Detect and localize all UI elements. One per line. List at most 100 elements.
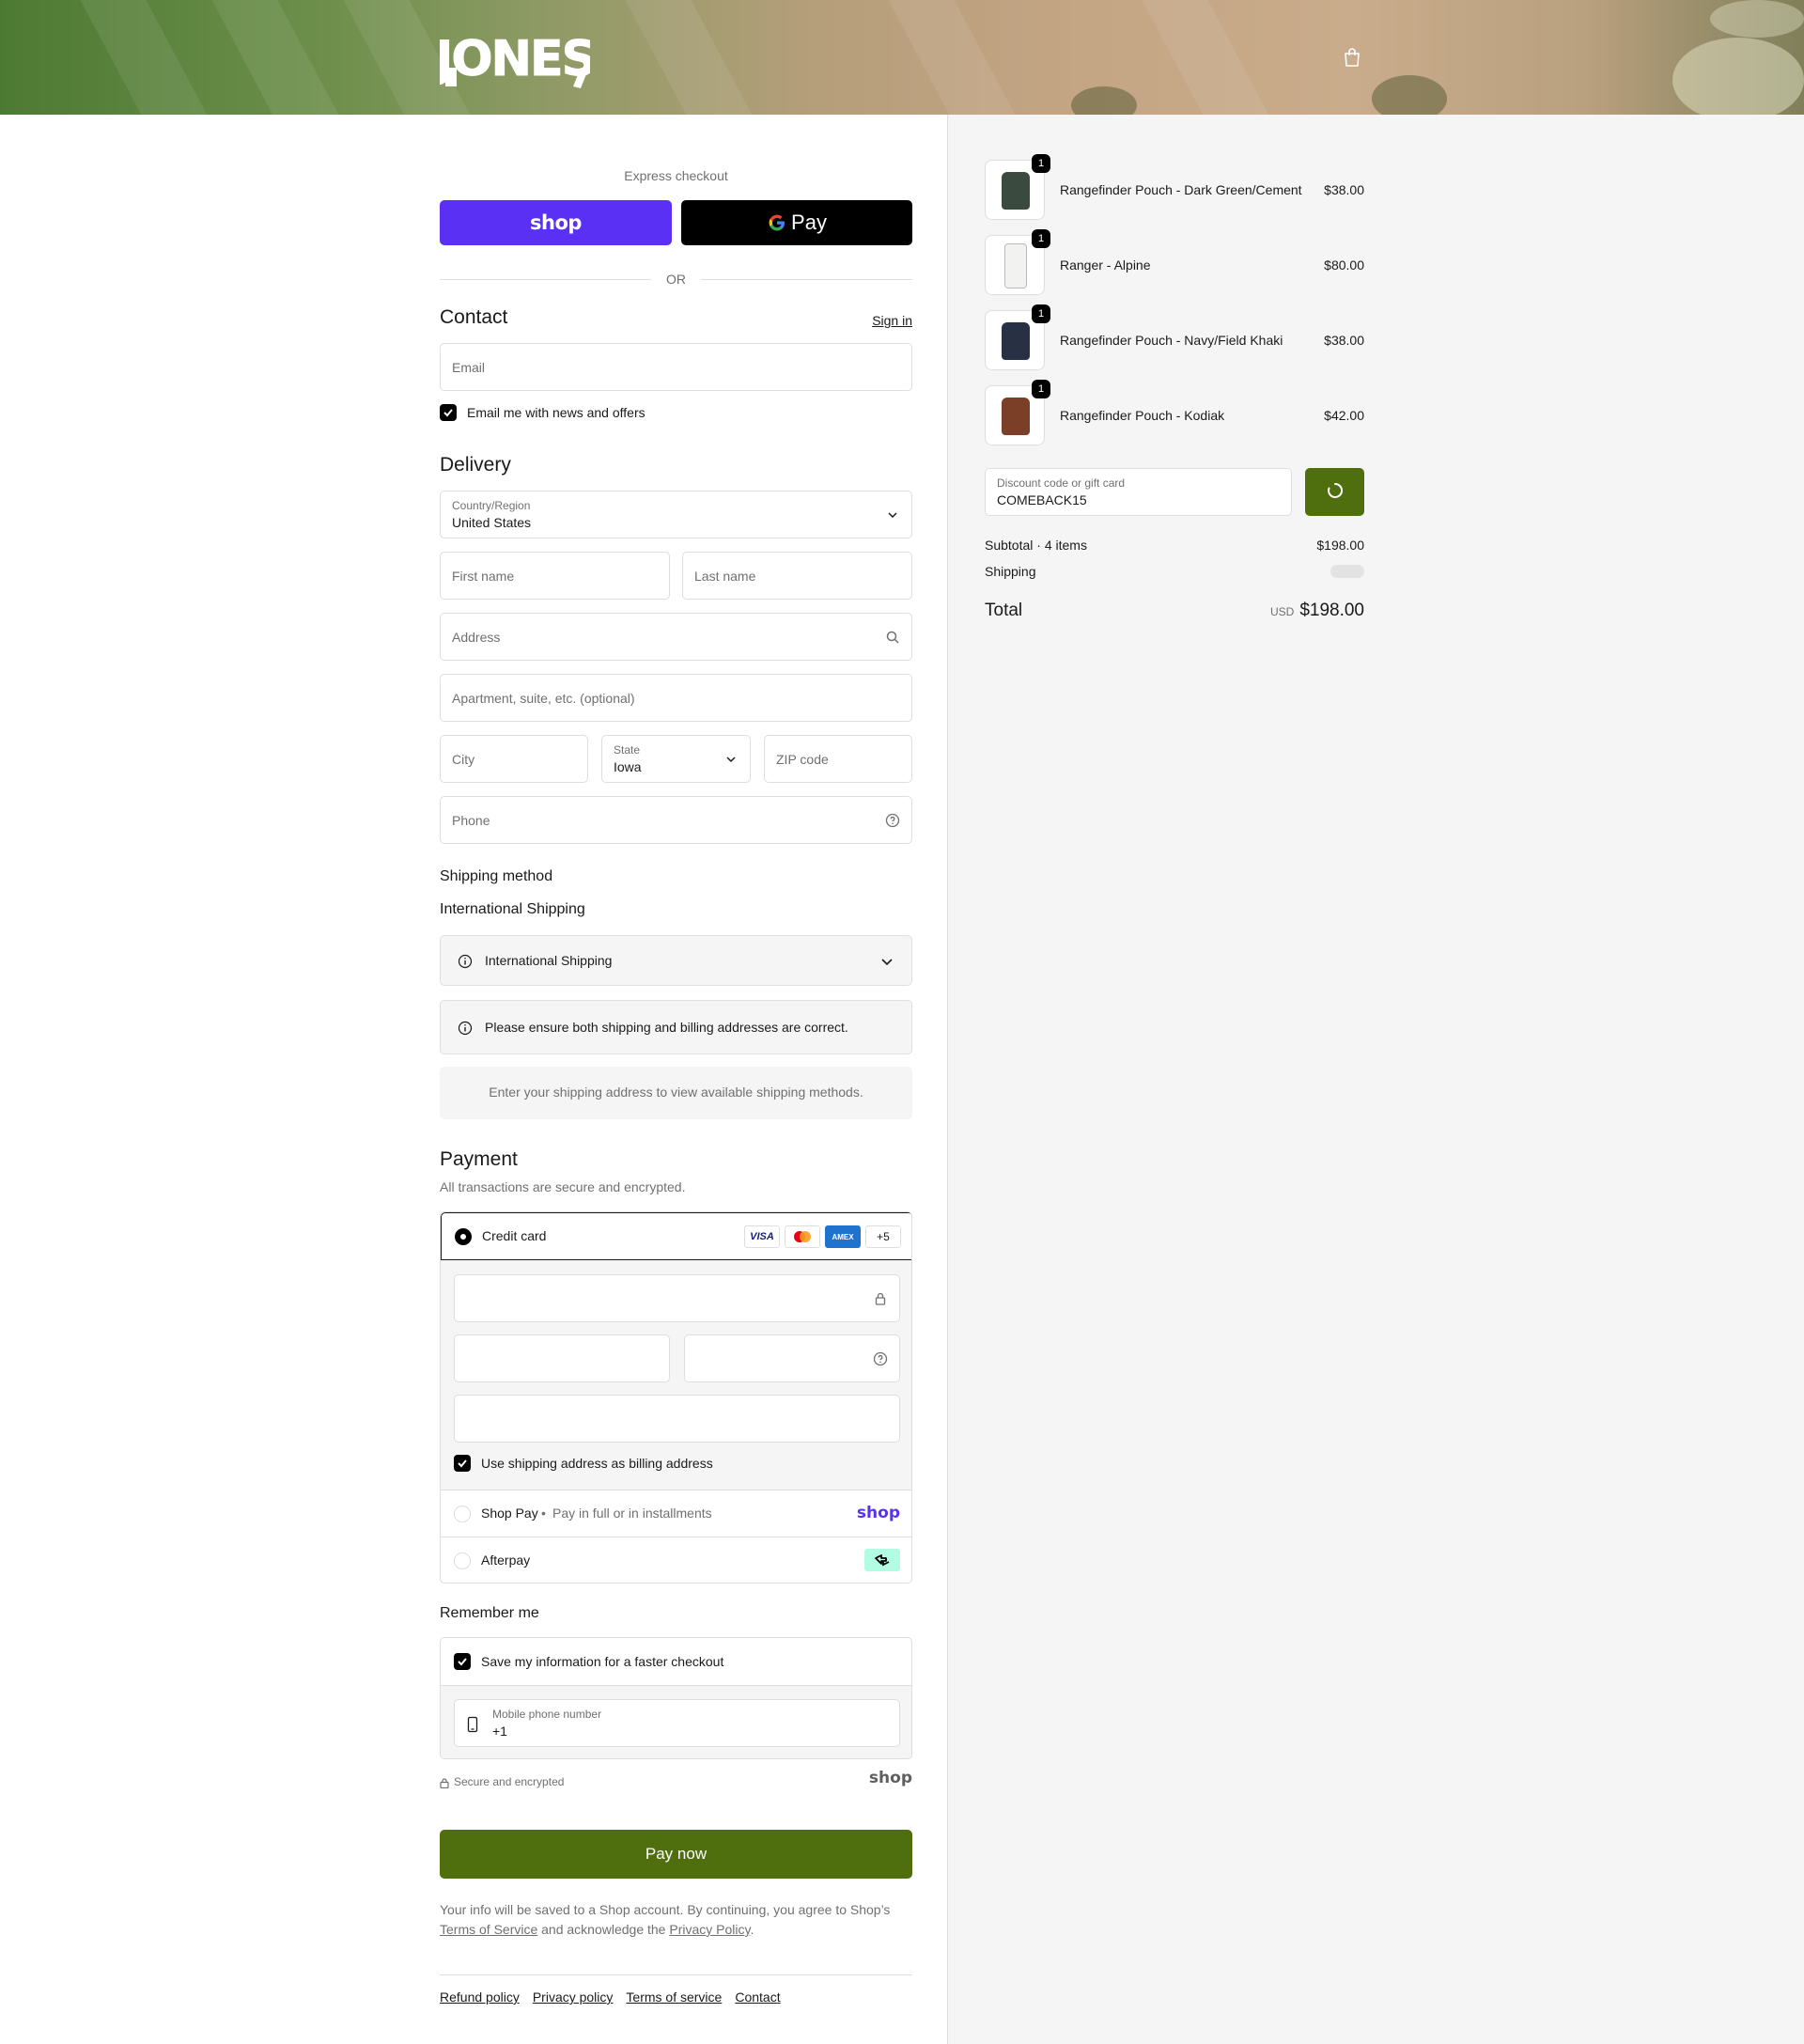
card-fields-area: Use shipping address as billing address: [441, 1260, 911, 1490]
chevron-down-icon: [888, 512, 897, 519]
credit-card-option[interactable]: Credit card VISA AMEX +5: [441, 1212, 911, 1260]
sign-in-link[interactable]: Sign in: [872, 313, 912, 328]
quantity-badge: 1: [1032, 229, 1050, 248]
product-swatch-2: [1002, 322, 1030, 360]
email-field[interactable]: Email: [440, 343, 912, 391]
svg-text:JONES: JONES: [440, 31, 590, 87]
amex-icon: AMEX: [825, 1225, 861, 1248]
shop-logo: shop: [868, 1769, 912, 1787]
shipping-empty-state: Enter your shipping address to view avai…: [440, 1067, 912, 1119]
google-g-icon: [769, 214, 785, 231]
phone-field[interactable]: Phone: [440, 796, 912, 844]
shop-pay-logo: shop: [856, 1504, 900, 1522]
refund-policy-link[interactable]: Refund policy: [440, 1989, 520, 2005]
product-price: $38.00: [1324, 182, 1364, 197]
contact-link[interactable]: Contact: [735, 1989, 780, 2005]
product-swatch-1: [1004, 243, 1027, 289]
help-icon[interactable]: [873, 1351, 888, 1366]
subtotal-value: $198.00: [1316, 538, 1364, 553]
shop-pay-button[interactable]: shop: [440, 200, 672, 245]
shipping-method-heading: Shipping method: [440, 868, 553, 884]
shipping-method-dropdown[interactable]: International Shipping: [440, 935, 912, 986]
product-price: $80.00: [1324, 257, 1364, 273]
delivery-heading: Delivery: [440, 454, 511, 476]
legal-text: Your info will be saved to a Shop accoun…: [440, 1902, 891, 1937]
address-notice: Please ensure both shipping and billing …: [440, 1000, 912, 1054]
pay-now-button[interactable]: Pay now: [440, 1830, 912, 1879]
shop-pay-radio[interactable]: [454, 1506, 471, 1522]
quantity-badge: 1: [1032, 304, 1050, 323]
info-icon: [458, 954, 473, 969]
chevron-down-icon: [726, 757, 736, 763]
secure-label: Secure and encrypted: [454, 1775, 565, 1788]
privacy-policy-link[interactable]: Privacy policy: [533, 1989, 614, 2005]
product-name: Rangefinder Pouch - Dark Green/Cement: [1060, 182, 1302, 197]
total-amount: USD $198.00: [1270, 601, 1364, 621]
info-icon: [458, 1021, 473, 1036]
product-swatch-3: [1002, 398, 1030, 435]
chevron-down-icon: [881, 959, 893, 966]
product-name: Ranger - Alpine: [1060, 257, 1151, 273]
shipping-label: Shipping: [985, 564, 1036, 579]
lock-icon: [440, 1778, 449, 1788]
mobile-phone-field[interactable]: Mobile phone number +1: [454, 1699, 900, 1747]
terms-link[interactable]: Terms of Service: [440, 1922, 537, 1937]
phone-icon: [467, 1716, 478, 1733]
payment-methods: Credit card VISA AMEX +5 Use shipping ad…: [440, 1211, 912, 1584]
header-banner: JONES: [0, 0, 1804, 115]
mastercard-icon: [785, 1225, 820, 1248]
total-value: $198.00: [1299, 601, 1364, 620]
card-number-field[interactable]: [454, 1274, 900, 1322]
address-field[interactable]: Address: [440, 613, 912, 661]
shop-pay-option[interactable]: Shop Pay • Pay in full or in installment…: [441, 1490, 911, 1537]
newsletter-checkbox[interactable]: [440, 404, 457, 421]
credit-card-radio[interactable]: [455, 1228, 472, 1245]
expiration-field[interactable]: [454, 1334, 670, 1382]
product-swatch-0: [1002, 172, 1030, 210]
afterpay-option[interactable]: Afterpay: [441, 1537, 911, 1583]
apply-discount-button[interactable]: [1305, 468, 1364, 516]
save-info-checkbox[interactable]: [454, 1653, 471, 1670]
discount-code-field[interactable]: Discount code or gift card COMEBACK15: [985, 468, 1292, 516]
lock-icon: [875, 1292, 886, 1305]
contact-heading: Contact: [440, 306, 508, 328]
express-checkout-title: Express checkout: [624, 168, 728, 183]
last-name-field[interactable]: Last name: [682, 552, 912, 600]
help-icon[interactable]: [885, 813, 900, 828]
cart-icon[interactable]: [1342, 47, 1362, 68]
payment-subtitle: All transactions are secure and encrypte…: [440, 1179, 686, 1194]
product-name: Rangefinder Pouch - Kodiak: [1060, 408, 1225, 423]
state-select[interactable]: State Iowa: [601, 735, 751, 783]
apartment-field[interactable]: Apartment, suite, etc. (optional): [440, 674, 912, 722]
shipping-subheading: International Shipping: [440, 901, 585, 917]
newsletter-label: Email me with news and offers: [467, 405, 645, 420]
security-code-field[interactable]: [684, 1334, 900, 1382]
privacy-link[interactable]: Privacy Policy: [669, 1922, 750, 1937]
quantity-badge: 1: [1032, 380, 1050, 398]
cart-item: 1 Rangefinder Pouch - Dark Green/Cement …: [985, 154, 1364, 220]
footer-links: Refund policy Privacy policy Terms of se…: [440, 1989, 781, 2005]
city-field[interactable]: City: [440, 735, 588, 783]
currency-code: USD: [1269, 605, 1295, 618]
product-name: Rangefinder Pouch - Navy/Field Khaki: [1060, 333, 1283, 348]
google-pay-button[interactable]: Pay: [681, 200, 912, 245]
cart-item: 1 Rangefinder Pouch - Kodiak $42.00: [985, 380, 1364, 445]
jones-logo[interactable]: JONES: [440, 21, 590, 96]
afterpay-icon: [864, 1549, 900, 1571]
first-name-field[interactable]: First name: [440, 552, 670, 600]
shipping-value-placeholder: [1330, 565, 1364, 578]
afterpay-radio[interactable]: [454, 1553, 471, 1569]
cart-item: 1 Rangefinder Pouch - Navy/Field Khaki $…: [985, 304, 1364, 370]
terms-of-service-link[interactable]: Terms of service: [626, 1989, 722, 2005]
save-info-label: Save my information for a faster checkou…: [481, 1654, 724, 1669]
subtotal-label: Subtotal · 4 items: [985, 538, 1087, 553]
quantity-badge: 1: [1032, 154, 1050, 173]
country-select[interactable]: Country/Region United States: [440, 491, 912, 538]
remember-box: Save my information for a faster checkou…: [440, 1637, 912, 1759]
cart-item: 1 Ranger - Alpine $80.00: [985, 229, 1364, 295]
more-cards-badge: +5: [865, 1225, 901, 1248]
footer-divider: [440, 1974, 912, 1975]
billing-same-checkbox[interactable]: [454, 1455, 471, 1472]
name-on-card-field[interactable]: [454, 1395, 900, 1443]
zip-field[interactable]: ZIP code: [764, 735, 912, 783]
